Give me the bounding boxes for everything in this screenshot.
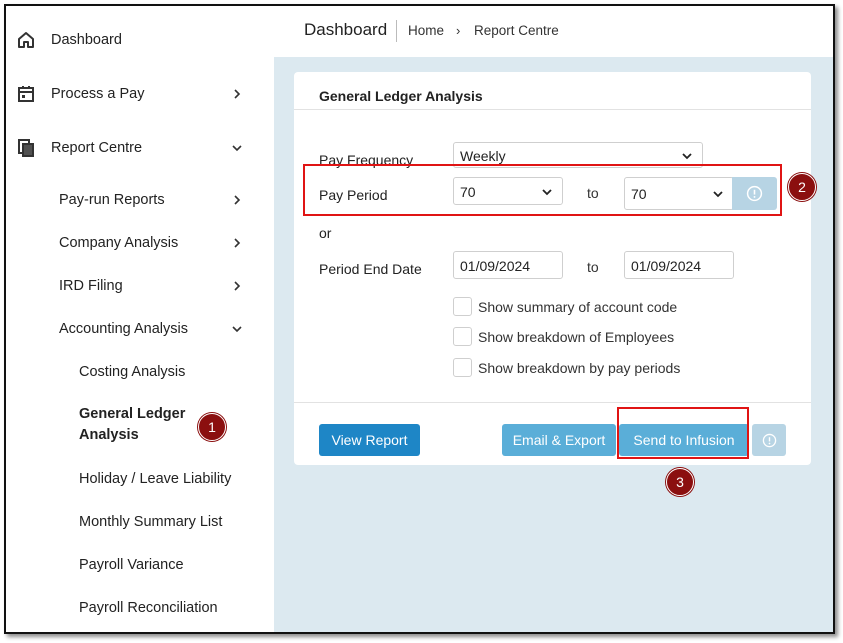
home-icon	[18, 32, 34, 48]
check-summary-account-code[interactable]: Show summary of account code	[453, 297, 677, 316]
highlight-send-infusion	[617, 407, 749, 459]
checkbox[interactable]	[453, 297, 472, 316]
check-summary-label: Show summary of account code	[478, 298, 678, 315]
nav-accounting-analysis-label: Accounting Analysis	[59, 321, 188, 337]
app-window: Dashboard Process a Pay Report Centre Pa…	[4, 4, 835, 634]
nav-monthly-summary-label: Monthly Summary List	[79, 514, 223, 530]
nav-payroll-reconciliation[interactable]: Payroll Reconciliation	[79, 600, 218, 616]
period-end-from-value: 01/09/2024	[460, 258, 531, 274]
nav-monthly-summary[interactable]: Monthly Summary List	[79, 514, 222, 530]
nav-payroll-variance[interactable]: Payroll Variance	[79, 557, 184, 573]
info-icon	[762, 433, 776, 447]
nav-gl-label-line1: General Ledger	[79, 406, 186, 422]
nav-payroll-reconciliation-label: Payroll Reconciliation	[79, 600, 218, 616]
header-divider	[396, 20, 397, 42]
nav-process-pay[interactable]: Process a Pay	[6, 74, 274, 114]
nav-pay-run-reports[interactable]: Pay-run Reports	[59, 192, 249, 208]
nav-dashboard[interactable]: Dashboard	[6, 20, 274, 60]
nav-holiday-leave-label: Holiday / Leave Liability	[79, 471, 232, 487]
chevron-down-icon	[232, 326, 242, 333]
chevron-right-icon	[234, 238, 241, 248]
period-end-to-text: to	[587, 259, 599, 275]
chevron-down-icon	[682, 153, 692, 160]
nav-gl-label-line2: Analysis	[79, 427, 139, 443]
chevron-right-icon	[234, 89, 241, 99]
chevron-right-icon	[234, 195, 241, 205]
documents-icon	[18, 139, 34, 157]
breadcrumb-current: Report Centre	[474, 23, 559, 38]
nav-accounting-analysis[interactable]: Accounting Analysis	[59, 321, 249, 337]
sidebar: Dashboard Process a Pay Report Centre Pa…	[6, 6, 274, 632]
period-end-date-label: Period End Date	[319, 261, 422, 277]
card-title: General Ledger Analysis	[319, 88, 483, 104]
nav-pay-run-reports-label: Pay-run Reports	[59, 192, 165, 208]
pay-frequency-value: Weekly	[460, 148, 506, 164]
view-report-button[interactable]: View Report	[319, 424, 420, 456]
nav-report-centre-label: Report Centre	[51, 140, 143, 156]
email-export-button[interactable]: Email & Export	[502, 424, 616, 456]
checkbox[interactable]	[453, 358, 472, 377]
check-pay-periods-label: Show breakdown by pay periods	[478, 359, 681, 376]
nav-payroll-variance-label: Payroll Variance	[79, 557, 184, 573]
period-end-to-value: 01/09/2024	[631, 258, 702, 274]
period-end-to-input[interactable]: 01/09/2024	[624, 251, 734, 279]
nav-costing-analysis[interactable]: Costing Analysis	[79, 364, 185, 380]
nav-process-pay-label: Process a Pay	[51, 86, 145, 102]
or-text: or	[319, 225, 332, 241]
nav-company-analysis-label: Company Analysis	[59, 235, 179, 251]
send-info-button[interactable]	[752, 424, 786, 456]
nav-report-centre[interactable]: Report Centre	[6, 128, 274, 168]
divider	[294, 402, 811, 403]
check-employees-label: Show breakdown of Employees	[478, 328, 675, 345]
page-title: Dashboard	[304, 20, 388, 39]
annotation-badge-1: 1	[198, 413, 226, 441]
divider	[294, 109, 811, 110]
annotation-badge-2: 2	[788, 173, 816, 201]
chevron-right-icon	[234, 281, 241, 291]
header: Dashboard Home › Report Centre	[274, 6, 833, 57]
nav-company-analysis[interactable]: Company Analysis	[59, 235, 249, 251]
breadcrumb-home[interactable]: Home	[408, 23, 444, 38]
nav-costing-analysis-label: Costing Analysis	[79, 364, 186, 380]
breadcrumb-separator: ›	[456, 23, 461, 38]
nav-ird-filing-label: IRD Filing	[59, 278, 123, 294]
check-breakdown-pay-periods[interactable]: Show breakdown by pay periods	[453, 358, 680, 377]
check-breakdown-employees[interactable]: Show breakdown of Employees	[453, 327, 674, 346]
main-content: Dashboard Home › Report Centre General L…	[274, 6, 833, 632]
calendar-icon	[18, 86, 34, 102]
nav-holiday-leave[interactable]: Holiday / Leave Liability	[79, 471, 231, 487]
nav-dashboard-label: Dashboard	[51, 32, 122, 48]
nav-general-ledger-analysis[interactable]: General Ledger Analysis	[79, 404, 185, 446]
checkbox[interactable]	[453, 327, 472, 346]
chevron-down-icon	[232, 145, 242, 152]
highlight-pay-period	[303, 164, 782, 216]
nav-ird-filing[interactable]: IRD Filing	[59, 278, 249, 294]
annotation-badge-3: 3	[666, 468, 694, 496]
period-end-from-input[interactable]: 01/09/2024	[453, 251, 563, 279]
